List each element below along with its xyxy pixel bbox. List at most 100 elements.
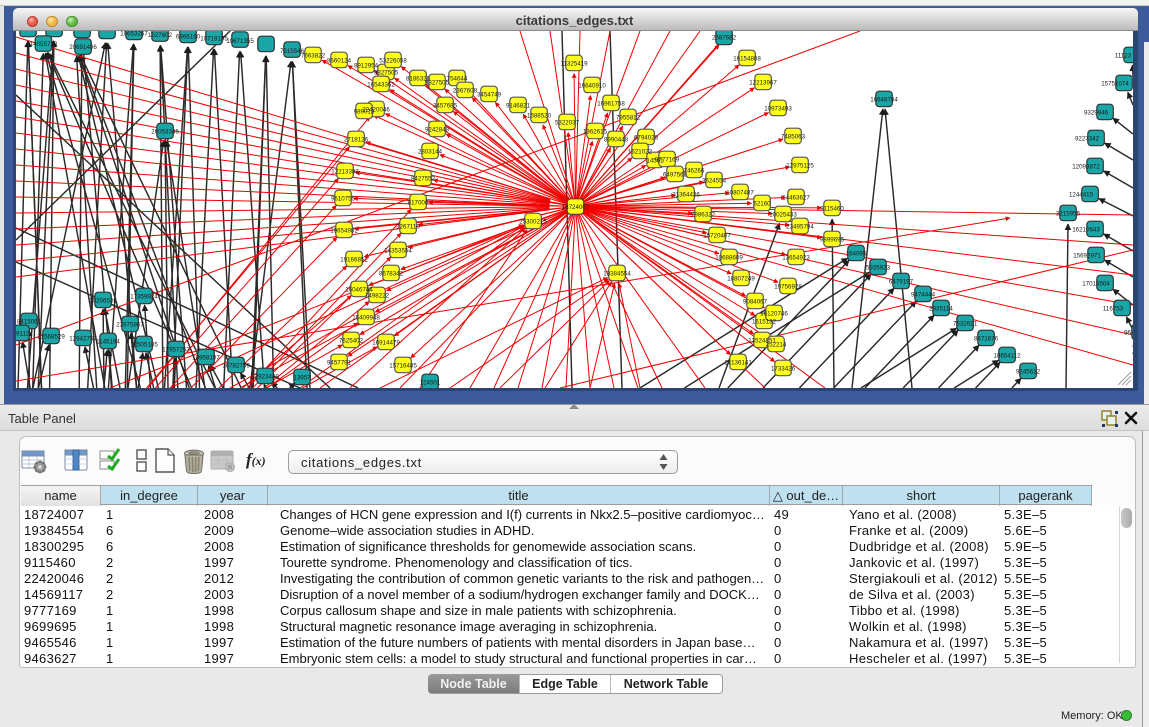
svg-text:10688609: 10688609 [715,254,743,261]
svg-text:53226058: 53226058 [379,57,407,64]
svg-text:23495794: 23495794 [786,223,814,230]
svg-text:1621022: 1621022 [628,148,653,155]
svg-text:9242848: 9242848 [425,126,450,133]
svg-text:9899695: 9899695 [820,236,845,243]
svg-text:2803144: 2803144 [418,148,443,155]
svg-text:7625402: 7625402 [339,337,364,344]
svg-text:3454749: 3454749 [477,91,502,98]
svg-text:2687682: 2687682 [712,34,737,41]
svg-text:3457685: 3457685 [433,102,458,109]
svg-text:10654112: 10654112 [993,352,1021,359]
svg-text:12975125: 12975125 [786,162,814,169]
svg-text:5935923: 5935923 [866,264,891,271]
svg-text:12213383: 12213383 [331,168,359,175]
svg-text:14055713: 14055713 [30,41,58,48]
svg-text:15720407: 15720407 [703,232,731,239]
svg-text:754644: 754644 [447,75,468,82]
svg-text:3267110: 3267110 [396,223,420,230]
svg-text:12093872: 12093872 [1072,163,1100,170]
svg-text:15751074: 15751074 [1101,80,1129,87]
svg-text:15409948: 15409948 [352,314,380,321]
svg-text:19384554: 19384554 [603,270,631,277]
svg-text:3624554: 3624554 [702,177,727,184]
svg-text:7485063: 7485063 [781,133,806,140]
svg-text:14136141: 14136141 [724,359,752,366]
svg-text:8912954: 8912954 [354,62,379,69]
svg-text:8990448: 8990448 [604,136,629,143]
svg-text:62160: 62160 [753,200,771,207]
svg-text:13654923: 13654923 [782,254,810,261]
svg-text:9084067: 9084067 [743,298,768,305]
svg-text:11123: 11123 [1115,52,1132,59]
svg-text:746266: 746266 [684,167,705,174]
svg-text:16961758: 16961758 [597,100,625,107]
svg-text:164095: 164095 [846,250,867,257]
svg-text:12213967: 12213967 [749,79,777,86]
svg-text:1145194: 1145194 [96,338,120,345]
svg-text:11325419: 11325419 [560,60,588,67]
svg-text:14353554: 14353554 [384,247,412,254]
svg-text:8471676: 8471676 [974,335,999,342]
svg-text:6479197: 6479197 [889,278,914,285]
svg-text:2935114: 2935114 [929,305,953,312]
svg-text:17016504: 17016504 [1082,280,1110,287]
svg-text:252214: 252214 [766,341,787,348]
svg-text:9457791: 9457791 [327,359,352,366]
svg-text:9115460: 9115460 [820,205,844,212]
svg-text:10958107: 10958107 [192,354,220,361]
svg-text:7663822: 7663822 [301,52,326,59]
svg-text:16914479: 16914479 [372,339,400,346]
svg-text:20206536: 20206536 [89,297,117,304]
svg-text:8660124: 8660124 [327,57,352,64]
svg-text:20691406: 20691406 [69,44,97,51]
svg-text:9610755: 9610755 [331,195,356,202]
svg-text:3215955: 3215955 [1056,210,1081,217]
svg-text:9777169: 9777169 [655,156,680,163]
svg-text:7632621: 7632621 [953,320,978,327]
svg-text:16154808: 16154808 [733,55,761,62]
svg-text:817006: 817006 [408,199,429,206]
svg-text:19756928: 19756928 [774,283,802,290]
svg-text:16782759: 16782759 [222,362,250,369]
svg-text:10719155: 10719155 [200,36,228,43]
svg-text:9146821: 9146821 [506,102,531,109]
svg-text:17957253: 17957253 [162,346,190,353]
svg-text:12505185: 12505185 [130,341,158,348]
svg-text:1244415: 1244415 [1069,191,1094,198]
svg-text:26053346: 26053346 [151,128,179,135]
svg-text:15692971: 15692971 [1073,252,1101,259]
svg-text:19166852: 19166852 [340,256,368,263]
svg-text:10025433: 10025433 [769,211,797,218]
svg-text:1527602: 1527602 [148,32,173,39]
svg-text:7955812: 7955812 [616,114,641,121]
svg-text:16543362: 16543362 [367,81,395,88]
svg-text:6794028: 6794028 [634,134,659,141]
svg-text:16120746: 16120746 [760,310,788,317]
svg-text:9474444: 9474444 [911,291,936,298]
svg-text:124501: 124501 [420,379,441,386]
svg-text:1588520: 1588520 [527,112,552,119]
svg-text:14463627: 14463627 [782,194,810,201]
svg-text:116753: 116753 [1103,305,1124,312]
svg-text:15716485: 15716485 [389,362,417,369]
svg-text:5322037: 5322037 [555,119,580,126]
svg-text:10671355: 10671355 [226,38,254,45]
svg-text:9329946: 9329946 [1084,109,1109,116]
svg-text:989013: 989013 [354,108,375,115]
svg-text:10807487: 10807487 [726,189,754,196]
svg-text:9645: 9645 [1124,329,1133,336]
svg-text:7986322: 7986322 [691,211,716,218]
svg-text:2367608: 2367608 [453,87,478,94]
svg-text:8678342: 8678342 [379,270,404,277]
svg-text:9327505: 9327505 [374,69,399,76]
svg-text:16648784: 16648784 [870,96,898,103]
svg-text:8427552: 8427552 [411,175,436,182]
svg-text:21568529: 21568529 [37,333,65,340]
svg-text:6966160: 6966160 [176,34,201,41]
svg-text:12923448: 12923448 [251,373,279,380]
svg-text:1498222: 1498222 [365,292,390,299]
svg-text:9245612: 9245612 [1016,368,1041,375]
svg-text:8415061: 8415061 [17,318,42,325]
svg-text:10973493: 10973493 [764,105,792,112]
svg-text:1362615: 1362615 [583,128,608,135]
